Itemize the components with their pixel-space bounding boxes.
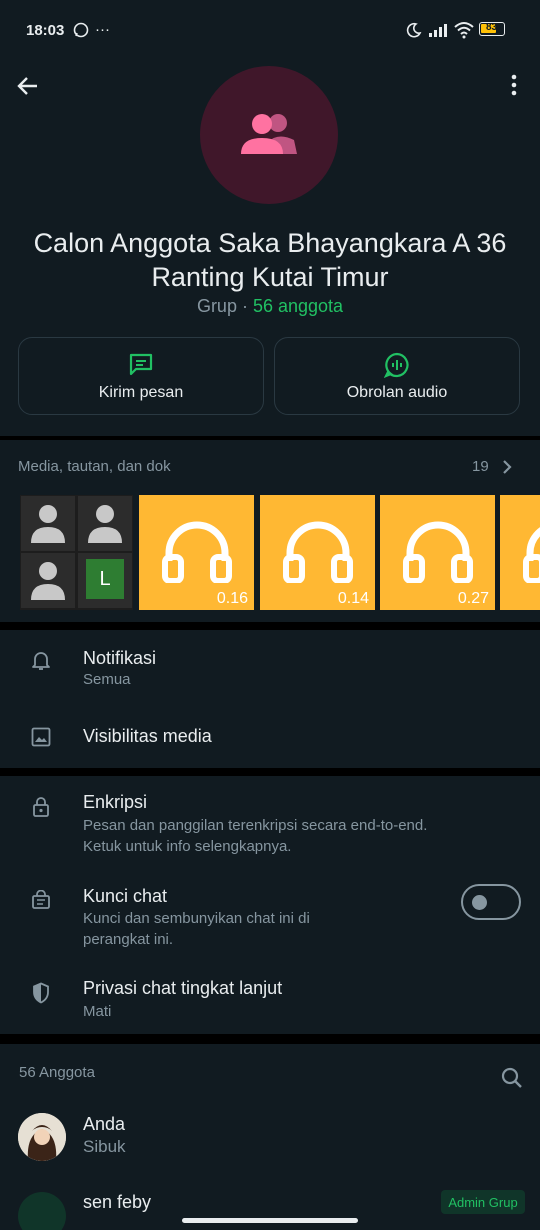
encryption-description-line1: Pesan dan panggilan terenkripsi secara e…: [83, 817, 428, 834]
media-thumb-audio[interactable]: 0.16: [139, 495, 254, 610]
lock-icon: [30, 796, 52, 818]
chat-lock-description-line1: Kunci dan sembunyikan chat ini di: [83, 910, 310, 927]
encryption-title: Enkripsi: [83, 792, 148, 812]
group-name-line1: Calon Anggota Saka Bhayangkara A 36: [33, 228, 507, 258]
chat-lock-toggle[interactable]: [461, 884, 521, 920]
encryption-description-line2: Ketuk untuk info selengkapnya.: [83, 838, 292, 855]
media-thumb-audio[interactable]: 0.14: [260, 495, 375, 610]
battery-level: 83: [485, 22, 498, 33]
media-thumb-audio[interactable]: [500, 495, 540, 610]
status-time: 18:03: [26, 22, 65, 39]
group-icon: [241, 114, 297, 154]
audio-chat-label: Obrolan audio: [346, 384, 448, 401]
more-vertical-icon: [511, 74, 517, 96]
avatar: [18, 1113, 66, 1161]
member-name: Anda: [83, 1114, 126, 1134]
subtitle-separator: ·: [236, 296, 253, 316]
back-button[interactable]: [14, 72, 42, 100]
more-options-button[interactable]: [502, 72, 526, 98]
members-count-link[interactable]: 56 anggota: [253, 296, 343, 316]
member-status: Sibuk: [83, 1137, 126, 1156]
audio-chat-icon: [384, 352, 409, 378]
wifi-icon: [453, 21, 475, 44]
person-icon: [88, 505, 122, 543]
image-icon: [30, 726, 52, 748]
media-count: 19: [472, 458, 489, 475]
call-tile: [78, 496, 132, 551]
whatsapp-icon: [73, 22, 89, 43]
arrow-left-icon: [17, 77, 37, 95]
audio-duration: 0.14: [337, 590, 369, 607]
group-avatar[interactable]: [200, 66, 338, 204]
member-name: sen feby: [83, 1192, 152, 1212]
media-visibility-title: Visibilitas media: [83, 726, 212, 746]
avatar: [18, 1192, 66, 1230]
person-icon: [31, 505, 65, 543]
advanced-privacy-value: Mati: [83, 1003, 112, 1020]
notifications-row[interactable]: Notifikasi Semua: [0, 636, 540, 696]
chat-lock-icon: [30, 890, 52, 912]
media-section-title: Media, tautan, dan dok: [18, 458, 171, 475]
notifications-title: Notifikasi: [83, 648, 157, 668]
notifications-value: Semua: [83, 671, 131, 688]
chat-lock-title: Kunci chat: [83, 886, 168, 906]
audio-duration: 0.27: [457, 590, 489, 607]
call-tile: [21, 553, 75, 608]
headphones-icon: [283, 521, 353, 583]
chat-lock-row[interactable]: Kunci chat Kunci dan sembunyikan chat in…: [0, 878, 540, 952]
headphones-icon: [162, 521, 232, 583]
toggle-knob: [472, 895, 487, 910]
group-name: Calon Anggota Saka Bhayangkara A 36 Rant…: [0, 226, 540, 294]
chat-lock-description-line2: perangkat ini.: [83, 931, 174, 948]
media-visibility-row[interactable]: Visibilitas media: [0, 712, 540, 762]
tile-letter-avatar: L: [86, 559, 124, 599]
search-icon: [501, 1067, 522, 1088]
send-message-button[interactable]: Kirim pesan: [18, 337, 264, 415]
search-members-button[interactable]: [498, 1064, 526, 1092]
call-tile: [21, 496, 75, 551]
signal-icon: [428, 22, 450, 43]
headphones-icon: [403, 521, 473, 583]
member-row[interactable]: Anda Sibuk: [0, 1106, 540, 1170]
battery-icon: 83: [479, 22, 505, 36]
status-bar: 18:03 ··· 83: [0, 0, 540, 56]
media-see-all-button[interactable]: 19: [470, 456, 520, 478]
bell-icon: [30, 650, 52, 672]
call-tile: L: [78, 553, 132, 608]
group-name-line2: Ranting Kutai Timur: [151, 262, 389, 292]
message-icon: [129, 353, 153, 376]
encryption-row[interactable]: Enkripsi Pesan dan panggilan terenkripsi…: [0, 786, 540, 860]
audio-duration: 0.16: [216, 590, 248, 607]
admin-badge: Admin Grup: [441, 1190, 525, 1214]
media-thumb-video-call[interactable]: L: [20, 495, 133, 610]
do-not-disturb-icon: [406, 22, 422, 43]
more-notifications-icon: ···: [95, 21, 110, 38]
audio-chat-button[interactable]: Obrolan audio: [274, 337, 520, 415]
chevron-right-icon: [503, 460, 512, 474]
shield-icon: [30, 982, 52, 1004]
home-indicator[interactable]: [182, 1218, 358, 1223]
person-icon: [31, 562, 65, 600]
media-thumb-audio[interactable]: 0.27: [380, 495, 495, 610]
advanced-privacy-row[interactable]: Privasi chat tingkat lanjut Mati: [0, 972, 540, 1028]
group-subtitle: Grup · 56 anggota: [0, 296, 540, 317]
headphones-icon: [523, 527, 540, 583]
advanced-privacy-title: Privasi chat tingkat lanjut: [83, 978, 283, 998]
group-type: Grup: [196, 296, 237, 316]
members-header: 56 Anggota: [19, 1064, 95, 1081]
send-message-label: Kirim pesan: [98, 384, 184, 401]
